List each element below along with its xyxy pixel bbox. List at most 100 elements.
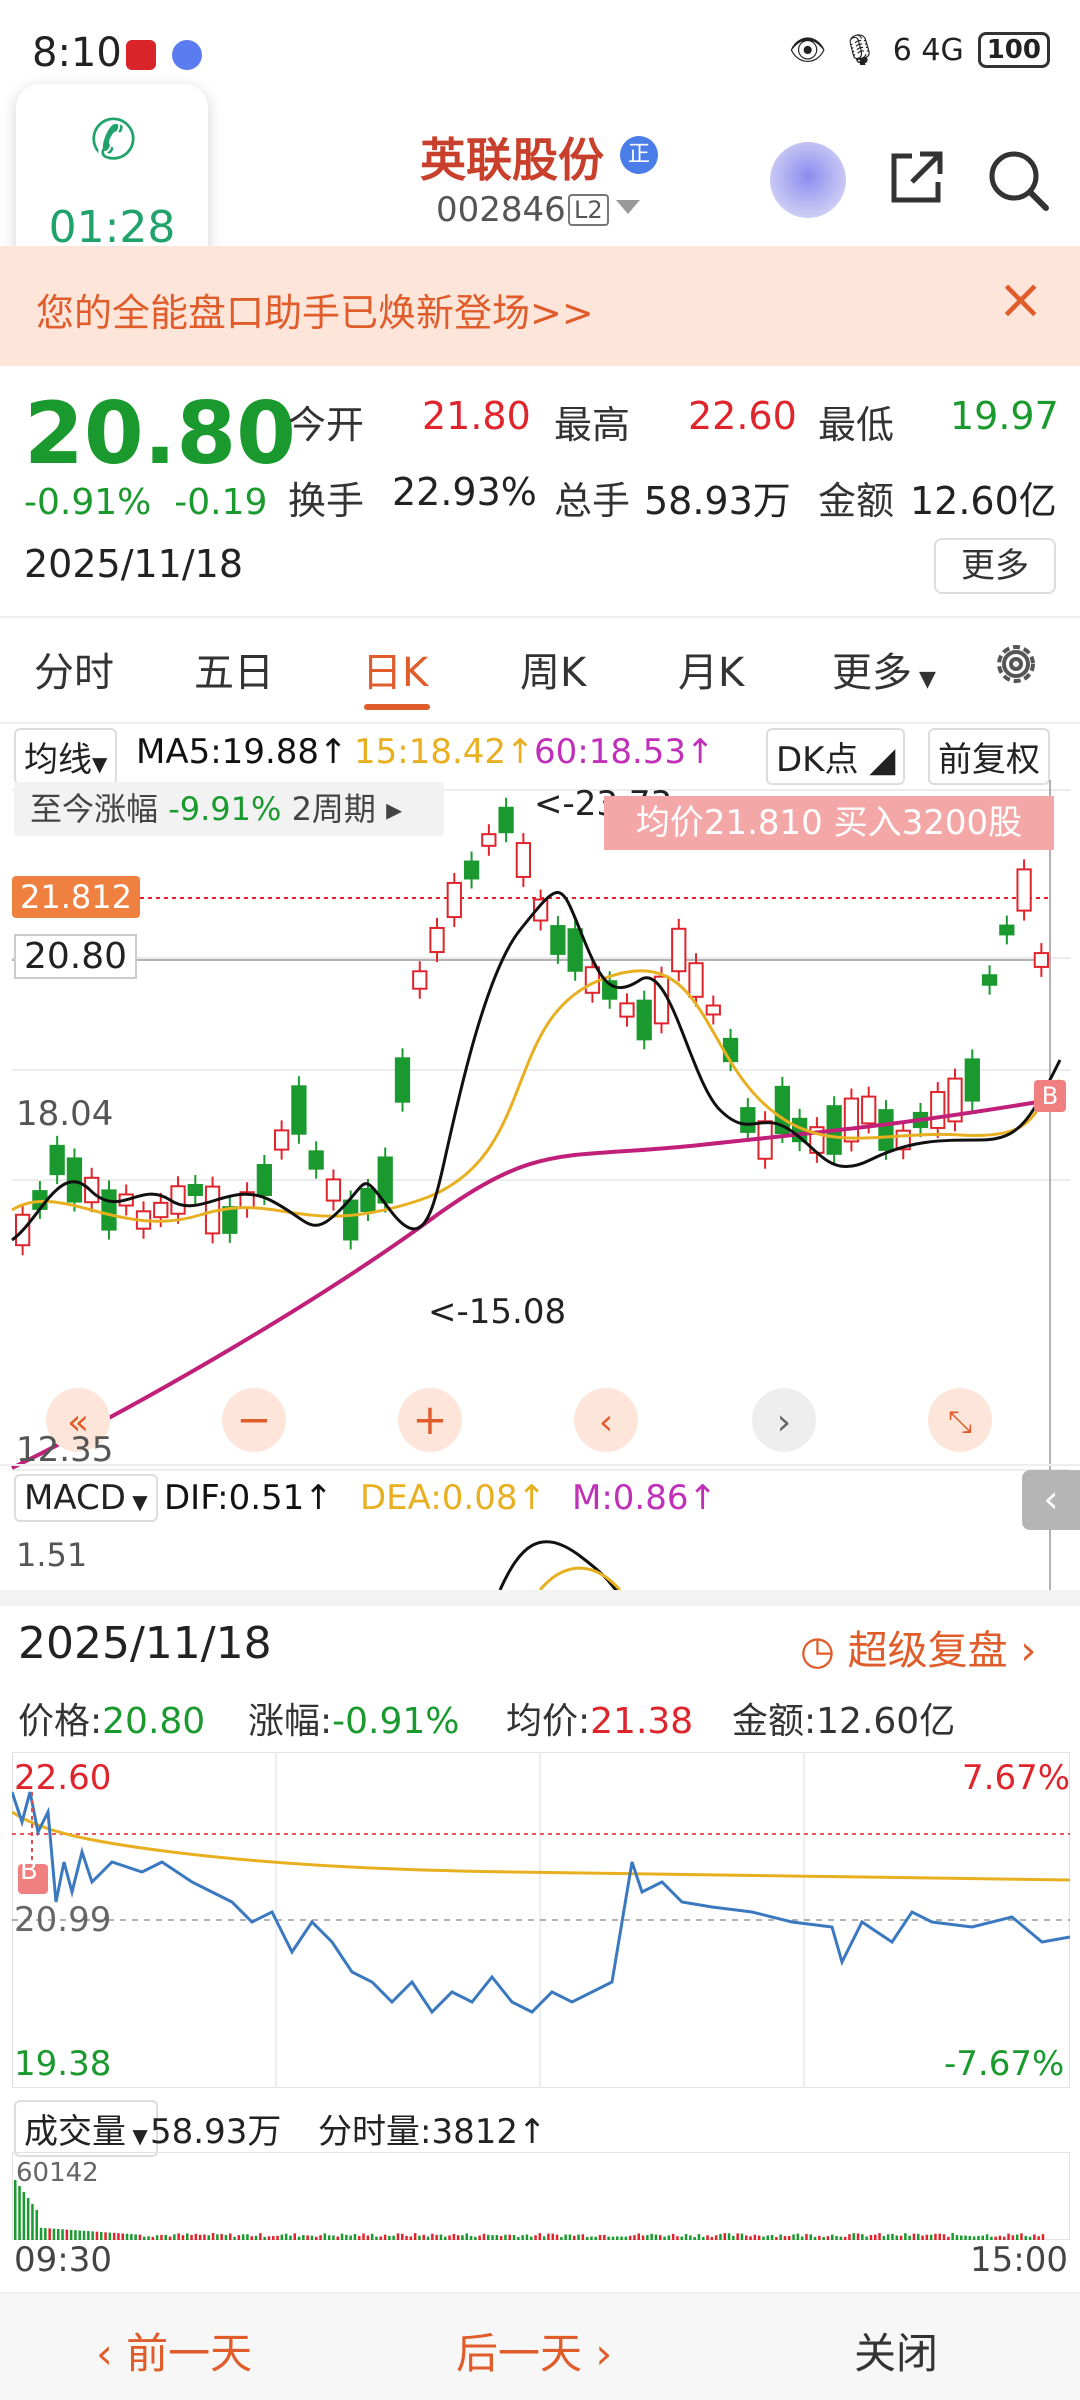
volume-bar: [155, 2235, 159, 2240]
candle: [567, 928, 583, 972]
volume-bar: [908, 2235, 911, 2240]
notification-app-icon: [126, 40, 156, 70]
more-button[interactable]: 更多: [934, 538, 1056, 594]
candle: [636, 999, 652, 1041]
candle: [412, 970, 428, 990]
candle: [964, 1058, 980, 1102]
dk-point-button[interactable]: DK点 ◢: [766, 728, 906, 785]
tab-monthly-k[interactable]: 月K: [678, 640, 744, 698]
volume-bar: [254, 2235, 258, 2240]
candle: [360, 1187, 376, 1213]
volume-bar: [878, 2233, 881, 2240]
dif-value: DIF:0.51↑: [164, 1478, 333, 1518]
scroll-left-button[interactable]: ‹: [574, 1388, 638, 1452]
side-panel-toggle-icon[interactable]: ‹: [1022, 1470, 1080, 1530]
tab-five-day[interactable]: 五日: [194, 640, 274, 698]
volume-bar: [581, 2234, 585, 2240]
chevron-left-icon: ‹: [96, 2329, 127, 2378]
candle: [274, 1129, 290, 1151]
volume-bar: [745, 2235, 748, 2240]
next-day-label: 后一天: [456, 2329, 583, 2378]
period-summary[interactable]: 至今涨幅 -9.91% 2周期 ▸: [14, 782, 444, 836]
tab-more[interactable]: 更多 ▼: [832, 640, 936, 698]
macd-selector[interactable]: MACD ▼: [14, 1474, 158, 1522]
super-review-link[interactable]: ◷ 超级复盘 ›: [800, 1618, 1036, 1676]
candle: [843, 1097, 860, 1143]
volume-bar: [439, 2234, 443, 2240]
chevron-down-icon[interactable]: [616, 200, 640, 214]
volume-bar: [633, 2235, 636, 2240]
low-marker: <-15.08: [428, 1292, 567, 1332]
zoom-in-button[interactable]: +: [398, 1388, 462, 1452]
candle: [101, 1189, 117, 1231]
search-icon[interactable]: [984, 146, 1052, 214]
amount-label: 金额: [818, 479, 895, 523]
candle: [498, 806, 514, 834]
candle: [291, 1085, 307, 1135]
candle: [49, 1144, 65, 1176]
volume-bar: [929, 2234, 933, 2240]
promo-banner[interactable]: 您的全能盘口助手已焕新登场>> ×: [0, 246, 1080, 366]
volume-bar: [800, 2236, 804, 2240]
volume-bar: [31, 2204, 34, 2240]
close-icon[interactable]: ×: [997, 272, 1044, 328]
tab-weekly-k[interactable]: 周K: [520, 640, 586, 698]
macd-chart: [498, 1540, 622, 1590]
volume-bar: [310, 2235, 314, 2240]
super-review-label: 超级复盘: [847, 1628, 1008, 1674]
volume-bar: [517, 2236, 520, 2240]
volume-bar: [491, 2235, 494, 2240]
gear-icon[interactable]: [988, 636, 1044, 692]
volume-bar: [530, 2236, 533, 2240]
volume-bar: [168, 2236, 172, 2240]
volume-bar: [177, 2233, 180, 2240]
volume-bar: [319, 2235, 322, 2240]
scroll-right-button[interactable]: ›: [752, 1388, 816, 1452]
volume-bar: [160, 2234, 163, 2240]
low-label: 最低: [818, 403, 895, 447]
volume-bar: [641, 2235, 645, 2240]
share-icon[interactable]: [884, 146, 948, 210]
volume-bar: [547, 2233, 550, 2240]
buy-note: 均价21.810 买入3200股: [604, 796, 1054, 850]
volume-bar: [495, 2235, 499, 2240]
volume-bar: [775, 2236, 778, 2240]
tab-intraday[interactable]: 分时: [34, 640, 114, 698]
assistant-robot-icon[interactable]: [770, 142, 846, 218]
volume-bar: [951, 2233, 954, 2240]
price-tag: 21.812: [12, 876, 140, 918]
volume-selector[interactable]: 成交量 ▼: [14, 2100, 158, 2157]
fullscreen-button[interactable]: ⤡: [928, 1388, 992, 1452]
volume-bar: [186, 2233, 189, 2240]
volume-bar: [233, 2236, 236, 2240]
level-badge[interactable]: L2: [568, 194, 609, 226]
volume-bar: [693, 2237, 696, 2240]
prev-day-button[interactable]: ‹ 前一天: [96, 2320, 252, 2381]
volume-bar: [646, 2235, 649, 2240]
volume-bar: [697, 2234, 701, 2240]
close-button[interactable]: 关闭: [854, 2320, 938, 2381]
tab-daily-k[interactable]: 日K: [362, 640, 428, 698]
volume-bar: [74, 2230, 77, 2240]
ma-selector[interactable]: 均线▼: [14, 728, 118, 785]
volume-bar: [607, 2236, 610, 2240]
adjust-button[interactable]: 前复权: [928, 728, 1050, 785]
volume-bar: [590, 2236, 593, 2240]
candle: [394, 1057, 411, 1103]
volume-bar: [117, 2233, 120, 2240]
volume-bar: [82, 2230, 86, 2240]
volume-bar: [250, 2236, 253, 2240]
zoom-out-button[interactable]: −: [222, 1388, 286, 1452]
kline-chart[interactable]: « − + ‹ › ⤡: [0, 780, 1080, 1590]
intraday-mid: 20.99: [14, 1900, 112, 1940]
next-day-button[interactable]: 后一天 ›: [456, 2320, 612, 2381]
detail-amount-value: 12.60亿: [816, 1701, 956, 1742]
volume-bar: [740, 2233, 744, 2240]
detail-change: 涨幅:-0.91%: [248, 1692, 460, 1744]
ma5-value: MA5:19.88↑: [136, 732, 348, 772]
volume-bar: [332, 2235, 335, 2240]
promo-text[interactable]: 您的全能盘口助手已焕新登场>>: [36, 282, 594, 337]
intraday-chart[interactable]: [12, 1752, 1070, 2088]
volume-bar: [671, 2233, 675, 2240]
volume-bar: [61, 2229, 64, 2240]
